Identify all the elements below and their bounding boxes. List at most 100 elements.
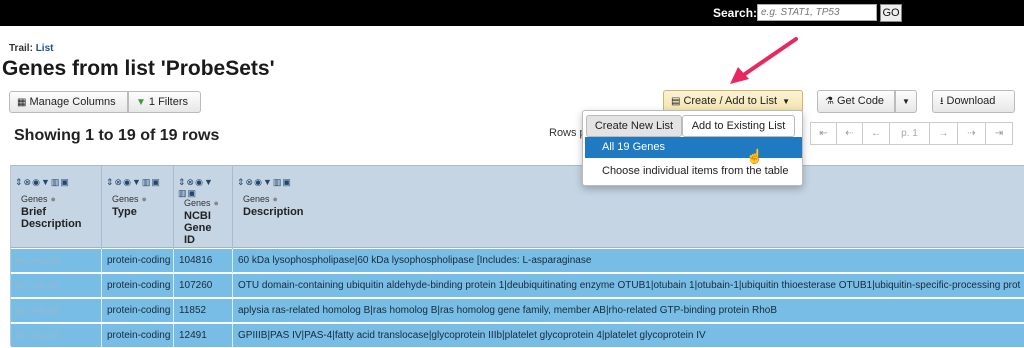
column-header-type[interactable]: ⇕⊗◉▼▥▣ Genes ● Type bbox=[102, 166, 174, 249]
list-icon: ▤ bbox=[671, 96, 681, 107]
search-label: Search: bbox=[713, 6, 758, 20]
remove-icon: ⊗ bbox=[114, 177, 124, 187]
table-row[interactable]: NO VALUE protein-coding 12491 GPIIIB|PAS… bbox=[11, 324, 1024, 348]
table-header: ⇕⊗◉▼▥▣ Genes ● Brief Description ⇕⊗◉▼▥▣ G… bbox=[11, 165, 1024, 249]
separator-dot: ● bbox=[272, 194, 278, 204]
view-icon: ◉ bbox=[254, 177, 263, 187]
caret-down-icon: ▼ bbox=[902, 97, 910, 106]
remove-icon: ⊗ bbox=[245, 177, 255, 187]
page-title: Genes from list 'ProbeSets' bbox=[2, 57, 275, 80]
download-button[interactable]: ⭳ Download bbox=[932, 90, 1015, 113]
hand-cursor-icon: ☝ bbox=[746, 148, 764, 164]
breadcrumb: Trail: List bbox=[9, 43, 53, 54]
table-row[interactable]: NO VALUE protein-coding 107260 OTU domai… bbox=[11, 274, 1024, 298]
go-button[interactable]: GO bbox=[880, 4, 902, 22]
annotation-arrow-icon bbox=[730, 37, 798, 84]
filters-label: 1 Filters bbox=[148, 96, 189, 108]
summary-icon: ▥ bbox=[272, 177, 283, 187]
column-class: Genes bbox=[21, 194, 48, 204]
search-input[interactable] bbox=[757, 4, 877, 21]
pager-next-page-button[interactable]: ⇢ bbox=[957, 122, 986, 145]
column-name: NCBI Gene ID bbox=[184, 210, 212, 246]
cell-description: 60 kDa lysophospholipase|60 kDa lysophos… bbox=[238, 255, 592, 266]
filter-icon: ▼ bbox=[136, 97, 146, 108]
cell-gene-id[interactable]: 12491 bbox=[174, 324, 233, 348]
cell-type: protein-coding bbox=[102, 249, 174, 273]
manage-columns-button[interactable]: ▦ Manage Columns bbox=[9, 91, 128, 113]
cell-description: aplysia ras-related homolog B|ras homolo… bbox=[238, 305, 777, 316]
pager-page-indicator: p. 1 bbox=[889, 122, 930, 145]
filter-icon: ▼ bbox=[203, 177, 214, 187]
expand-icon: ▣ bbox=[282, 177, 292, 187]
column-name-line: Description bbox=[243, 206, 304, 218]
tab-create-new-list[interactable]: Create New List bbox=[586, 115, 682, 137]
download-icon: ⭳ bbox=[940, 96, 944, 107]
get-code-label: Get Code bbox=[836, 95, 885, 107]
cell-type: protein-coding bbox=[102, 324, 174, 348]
column-class: Genes bbox=[243, 194, 270, 204]
menu-item-all-genes[interactable]: All 19 Genes bbox=[585, 137, 802, 158]
cell-brief-description: NO VALUE bbox=[11, 324, 102, 348]
row-summary: Showing 1 to 19 of 19 rows bbox=[14, 127, 220, 144]
separator-dot: ● bbox=[50, 194, 56, 204]
column-class: Genes bbox=[112, 194, 139, 204]
filters-button[interactable]: ▼ 1 Filters bbox=[128, 91, 201, 113]
create-list-label: Create / Add to List bbox=[683, 95, 778, 107]
sort-icon: ⇕ bbox=[237, 177, 246, 187]
column-class: Genes bbox=[184, 198, 211, 208]
menu-item-choose-individual[interactable]: Choose individual items from the table bbox=[585, 161, 802, 181]
column-controls[interactable]: ⇕⊗◉▼▥▣ bbox=[15, 177, 70, 188]
rows-per-page-label: Rows p bbox=[549, 127, 586, 139]
cell-gene-id[interactable]: 104816 bbox=[174, 249, 233, 273]
column-name-line: Gene bbox=[184, 222, 212, 234]
pager-prev-page-button[interactable]: ⇠ bbox=[836, 122, 863, 145]
expand-icon: ▣ bbox=[60, 177, 70, 187]
expand-icon: ▣ bbox=[187, 188, 198, 198]
cell-brief-description: NO VALUE bbox=[11, 299, 102, 323]
get-code-dropdown-toggle[interactable]: ▼ bbox=[895, 90, 917, 113]
trail-link-list[interactable]: List bbox=[36, 43, 54, 54]
sort-icon: ⇕ bbox=[178, 177, 187, 187]
results-table: ⇕⊗◉▼▥▣ Genes ● Brief Description ⇕⊗◉▼▥▣ G… bbox=[10, 165, 1024, 348]
view-icon: ◉ bbox=[195, 177, 204, 187]
remove-icon: ⊗ bbox=[23, 177, 33, 187]
remove-icon: ⊗ bbox=[186, 177, 196, 187]
cell-type: protein-coding bbox=[102, 274, 174, 298]
column-controls[interactable]: ⇕⊗◉▼▥▣ bbox=[237, 177, 292, 188]
get-code-button[interactable]: ⚗ Get Code bbox=[817, 90, 895, 113]
sort-icon: ⇕ bbox=[106, 177, 115, 187]
column-header-brief-description[interactable]: ⇕⊗◉▼▥▣ Genes ● Brief Description bbox=[11, 166, 102, 249]
cell-type: protein-coding bbox=[102, 299, 174, 323]
column-header-ncbi-gene-id[interactable]: ⇕⊗◉▼ ▥▣ Genes ● NCBI Gene ID bbox=[174, 166, 233, 249]
sort-icon: ⇕ bbox=[15, 177, 24, 187]
column-controls[interactable]: ⇕⊗◉▼▥▣ bbox=[106, 177, 161, 188]
top-bar: Search: GO bbox=[0, 0, 1024, 26]
create-list-dropdown: Create New List Add to Existing List All… bbox=[582, 110, 803, 186]
separator-dot: ● bbox=[213, 198, 219, 208]
pager-next-button[interactable]: → bbox=[929, 122, 958, 145]
flask-icon: ⚗ bbox=[825, 96, 834, 107]
cell-gene-id[interactable]: 11852 bbox=[174, 299, 233, 323]
table-row[interactable]: NO VALUE protein-coding 11852 aplysia ra… bbox=[11, 299, 1024, 323]
view-icon: ◉ bbox=[32, 177, 41, 187]
view-icon: ◉ bbox=[123, 177, 132, 187]
column-name-line: ID bbox=[184, 234, 195, 246]
cell-brief-description: NO VALUE bbox=[11, 249, 102, 273]
column-name: Description bbox=[243, 206, 304, 218]
cell-gene-id[interactable]: 107260 bbox=[174, 274, 233, 298]
column-name-line: NCBI bbox=[184, 210, 211, 222]
column-name-line: Brief bbox=[21, 206, 47, 218]
table-icon: ▦ bbox=[17, 97, 27, 108]
pager-first-button[interactable]: ⇤ bbox=[810, 122, 837, 145]
manage-columns-label: Manage Columns bbox=[29, 96, 116, 108]
table-row[interactable]: NO VALUE protein-coding 104816 60 kDa ly… bbox=[11, 249, 1024, 273]
expand-icon: ▣ bbox=[151, 177, 161, 187]
pager-prev-button[interactable]: ← bbox=[862, 122, 890, 145]
column-controls[interactable]: ⇕⊗◉▼ ▥▣ bbox=[178, 177, 228, 199]
summary-icon: ▥ bbox=[141, 177, 152, 187]
pager-last-button[interactable]: ⇥ bbox=[985, 122, 1013, 145]
summary-icon: ▥ bbox=[178, 188, 188, 198]
filter-icon: ▼ bbox=[40, 177, 51, 187]
trail-prefix: Trail: bbox=[9, 43, 33, 54]
tab-add-to-existing-list[interactable]: Add to Existing List bbox=[682, 115, 795, 137]
